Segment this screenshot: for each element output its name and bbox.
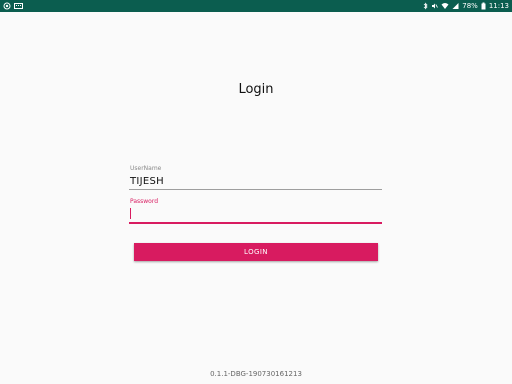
password-underline	[129, 222, 382, 224]
username-field[interactable]: TIJESH	[130, 176, 164, 187]
bluetooth-icon	[423, 0, 428, 12]
clock-time: 11:13	[488, 2, 509, 10]
password-label: Password	[130, 198, 159, 205]
page-title: Login	[238, 82, 274, 97]
battery-percent: 78%	[462, 2, 478, 10]
signal-icon	[452, 0, 459, 12]
version-text: 0.1.1-DBG-190730161213	[210, 370, 302, 378]
status-bar-left	[3, 0, 23, 12]
battery-icon	[481, 0, 486, 12]
at-sign-icon	[3, 0, 11, 12]
username-label: UserName	[130, 165, 162, 172]
status-bar-right: 78% 11:13	[423, 0, 509, 12]
status-bar: 78% 11:13	[0, 0, 512, 12]
login-button[interactable]: LOGIN	[134, 243, 378, 261]
password-field[interactable]	[130, 208, 380, 221]
mute-icon	[431, 0, 439, 12]
wifi-icon	[441, 0, 449, 12]
text-cursor	[130, 208, 131, 219]
keyboard-icon	[14, 0, 23, 12]
username-underline	[129, 189, 382, 190]
